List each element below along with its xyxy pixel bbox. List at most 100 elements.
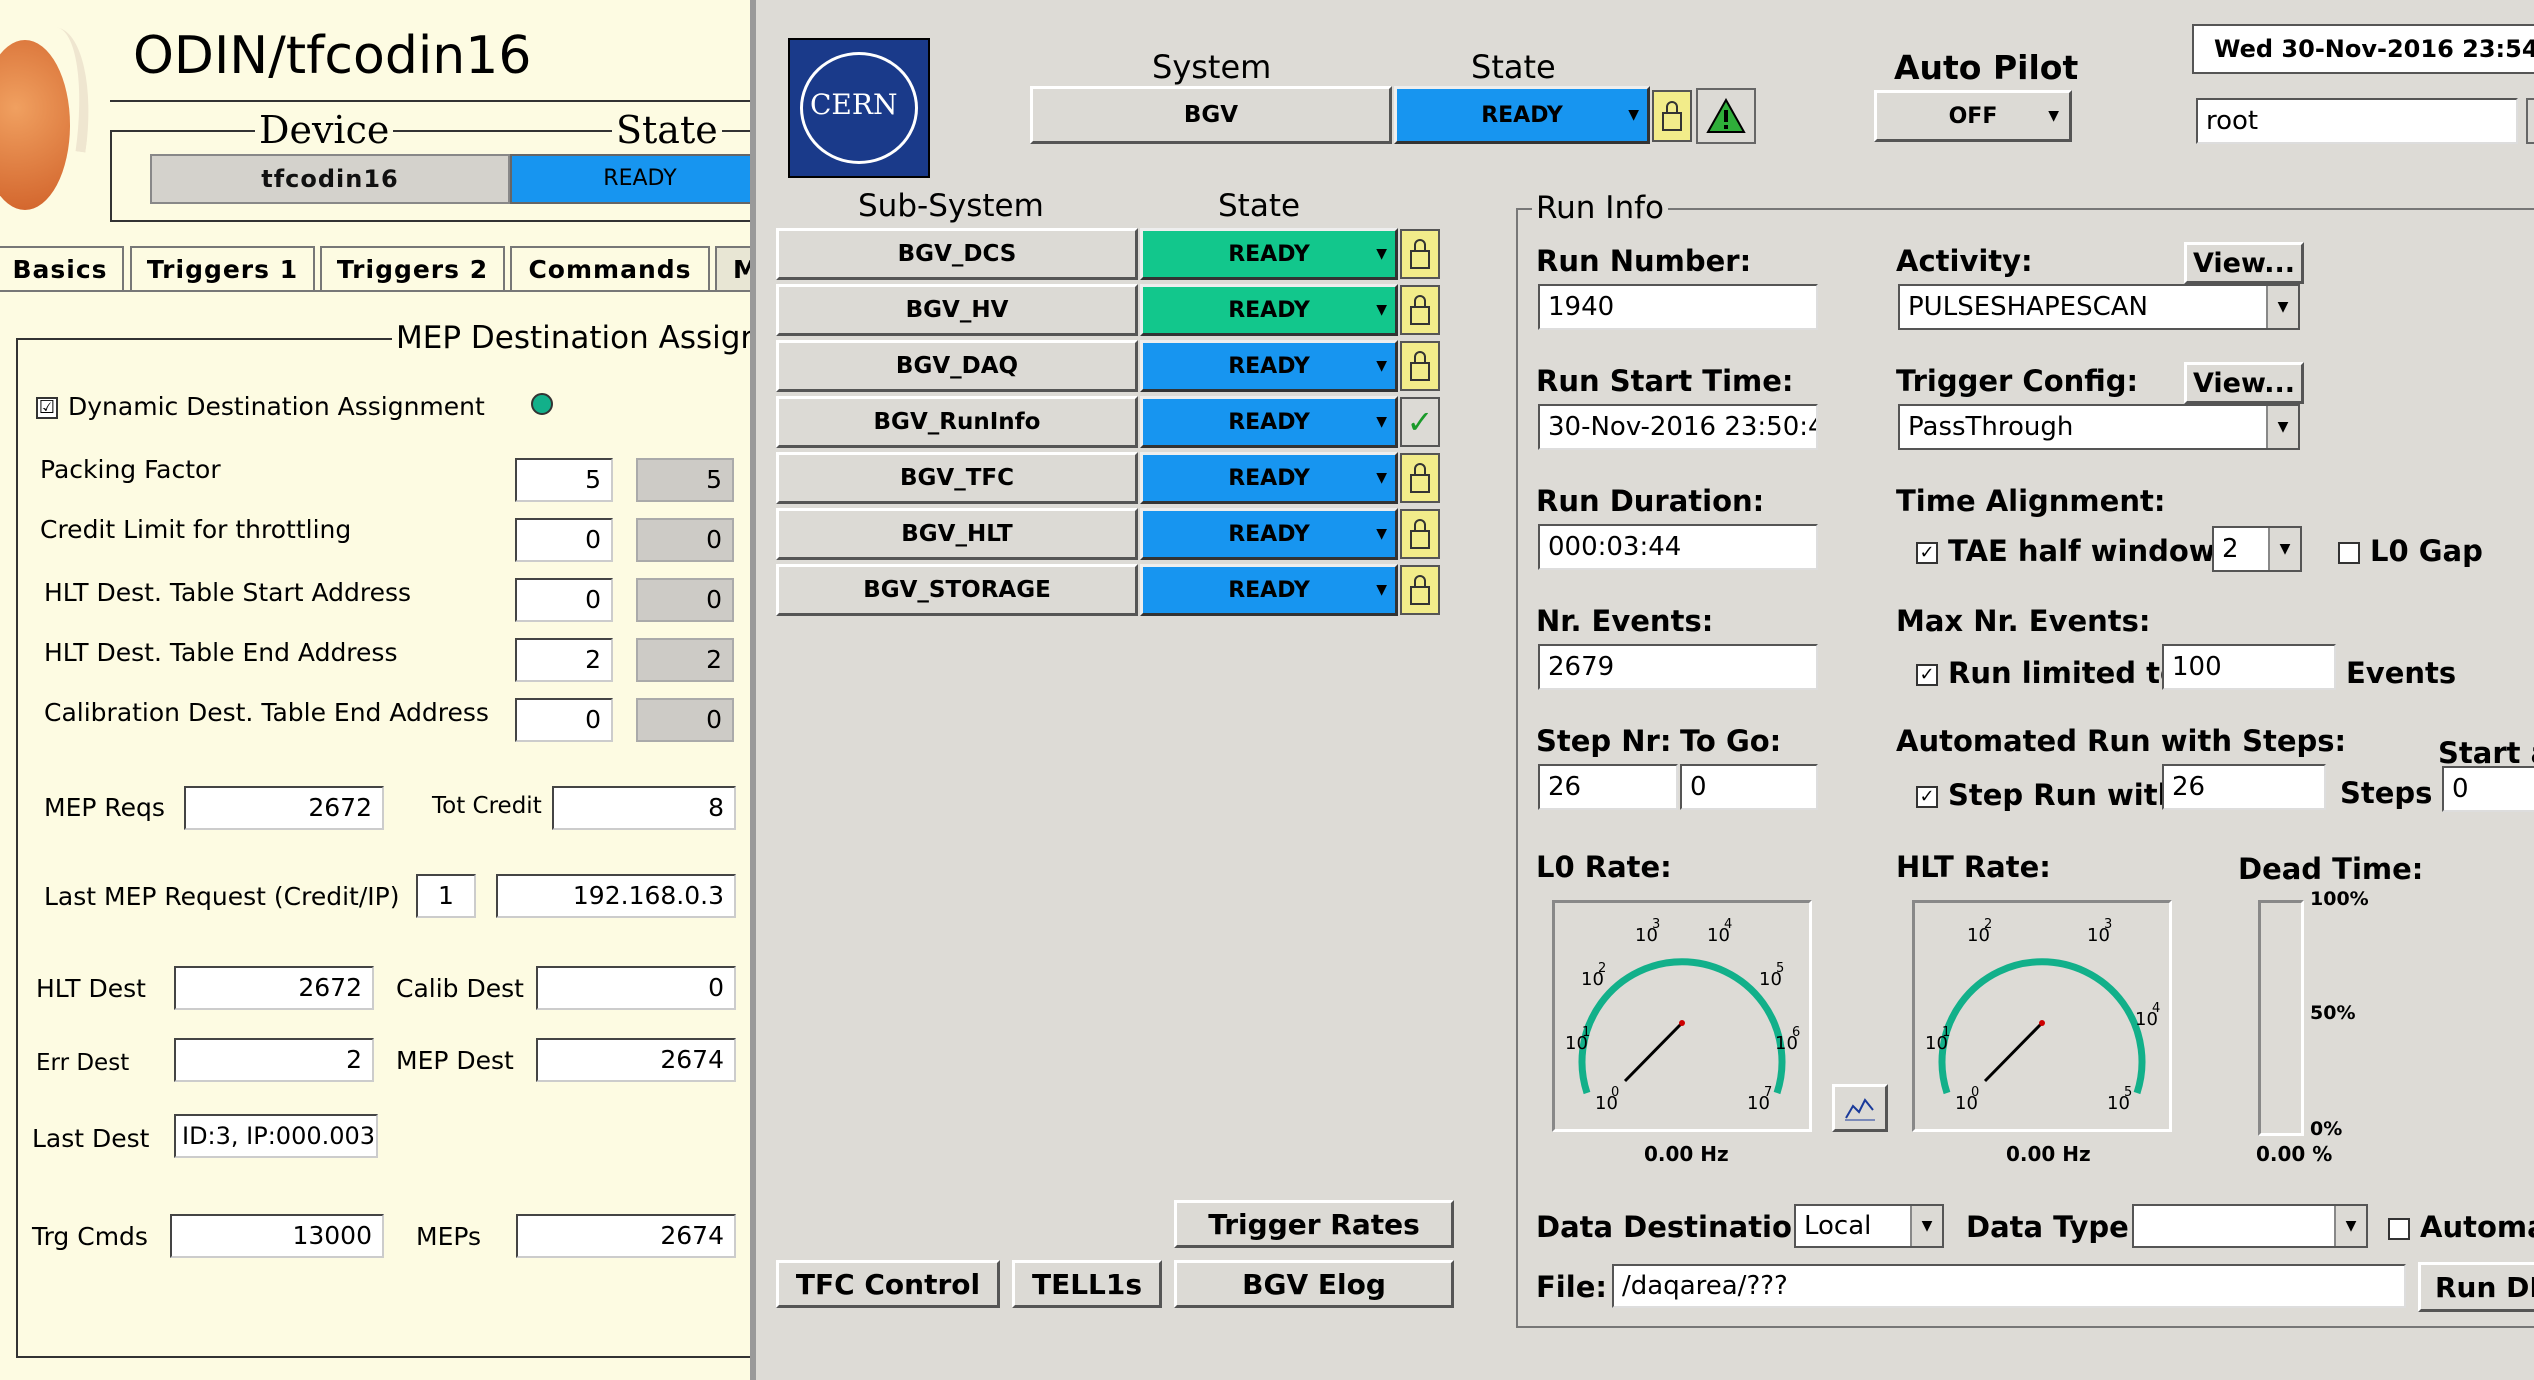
trigger-rates-button[interactable]: Trigger Rates	[1174, 1200, 1454, 1248]
device-state-field[interactable]: READY	[510, 154, 750, 204]
last-dest-value: ID:3, IP:000.003	[174, 1114, 378, 1158]
substate-header: State	[1218, 188, 1301, 224]
subsystem-name-bgv_runinfo[interactable]: BGV_RunInfo	[776, 396, 1138, 448]
tot-credit-label: Tot Credit	[432, 793, 542, 819]
tell1s-button[interactable]: TELL1s	[1012, 1260, 1162, 1308]
tab-triggers-1[interactable]: Triggers 1	[130, 246, 315, 290]
trigger-config-label: Trigger Config:	[1896, 364, 2139, 398]
trigger-config-select[interactable]: PassThrough ▼	[1898, 404, 2300, 450]
subsystem-state-bgv_daq[interactable]: READY ▼	[1140, 340, 1398, 392]
dead-time-value: 0.00 %	[2256, 1142, 2333, 1166]
cern-logo: CERN	[788, 38, 930, 178]
lock-icon[interactable]	[1400, 509, 1440, 559]
subsystem-name-bgv_hv[interactable]: BGV_HV	[776, 284, 1138, 336]
subsystem-name-bgv_daq[interactable]: BGV_DAQ	[776, 340, 1138, 392]
odin-title: ODIN/tfcodin16	[133, 26, 532, 86]
activity-select[interactable]: PULSESHAPESCAN ▼	[1898, 284, 2300, 330]
calib-end-input[interactable]: 0	[515, 698, 613, 742]
tab-commands[interactable]: Commands	[510, 246, 710, 290]
step-nr-label: Step Nr:	[1536, 724, 1672, 758]
meps-value: 2674	[516, 1214, 736, 1258]
data-dest-select[interactable]: Local ▼	[1794, 1204, 1944, 1248]
to-go-field: 0	[1680, 764, 1818, 810]
calib-dest-value: 0	[536, 966, 736, 1010]
dead-time-scale-100: 100%	[2310, 888, 2369, 910]
tab-basics[interactable]: Basics	[0, 246, 124, 290]
subsystem-state-bgv_storage[interactable]: READY ▼	[1140, 564, 1398, 616]
state-header: State	[612, 108, 722, 152]
activity-view-button[interactable]: View...	[2184, 242, 2304, 284]
lock-icon[interactable]	[1400, 341, 1440, 391]
dynamic-assignment-checkbox[interactable]: ☑ Dynamic Destination Assignment	[36, 392, 485, 421]
tfc-control-button[interactable]: TFC Control	[776, 1260, 1000, 1308]
run-limited-field[interactable]: 100	[2162, 644, 2336, 690]
lock-icon[interactable]	[1400, 565, 1440, 615]
hlt-start-input[interactable]: 0	[515, 578, 613, 622]
trg-cmds-label: Trg Cmds	[32, 1222, 148, 1251]
l0-rate-label: L0 Rate:	[1536, 850, 1672, 884]
credit-limit-input[interactable]: 0	[515, 518, 613, 562]
system-name-field[interactable]: BGV	[1030, 86, 1392, 144]
calib-dest-label: Calib Dest	[396, 974, 524, 1003]
nr-events-label: Nr. Events:	[1536, 604, 1714, 638]
gauge-tick-exponent: 3	[1652, 917, 1661, 932]
autopilot-select[interactable]: OFF ▼	[1874, 90, 2072, 142]
lock-icon[interactable]	[1400, 453, 1440, 503]
mep-dest-label: MEP Dest	[396, 1046, 514, 1075]
run-db-button[interactable]: Run DB	[2418, 1262, 2534, 1312]
lock-icon[interactable]	[1400, 229, 1440, 279]
subsystem-state-bgv_hv[interactable]: READY ▼	[1140, 284, 1398, 336]
subsystem-name-bgv_storage[interactable]: BGV_STORAGE	[776, 564, 1138, 616]
run-limited-checkbox[interactable]: ✓ Run limited to	[1916, 656, 2180, 690]
step-nr-field: 26	[1538, 764, 1678, 810]
system-lock-icon[interactable]	[1652, 90, 1692, 142]
automa-checkbox[interactable]: Automa	[2388, 1210, 2534, 1244]
gauge-tick-exponent: 7	[1764, 1085, 1773, 1100]
user-field[interactable]: root	[2196, 98, 2518, 144]
nr-events-field: 2679	[1538, 644, 1818, 690]
step-run-checkbox[interactable]: ✓ Step Run with	[1916, 778, 2178, 812]
hlt-end-input[interactable]: 2	[515, 638, 613, 682]
device-name-field[interactable]: tfcodin16	[150, 154, 510, 204]
warning-icon[interactable]	[1696, 88, 1756, 144]
subsystem-state-bgv_dcs[interactable]: READY ▼	[1140, 228, 1398, 280]
err-dest-value: 2	[174, 1038, 374, 1082]
subsystem-state-bgv_hlt[interactable]: READY ▼	[1140, 508, 1398, 560]
datetime-display: Wed 30-Nov-2016 23:54:2	[2192, 24, 2534, 74]
elog-button[interactable]: BGV Elog	[1174, 1260, 1454, 1308]
lock-icon[interactable]	[1400, 285, 1440, 335]
err-dest-label: Err Dest	[36, 1050, 130, 1076]
system-state-field[interactable]: READY ▼	[1394, 86, 1650, 144]
activity-label: Activity:	[1896, 244, 2033, 278]
tae-select[interactable]: 2 ▼	[2212, 526, 2302, 572]
subsystem-name-bgv_dcs[interactable]: BGV_DCS	[776, 228, 1138, 280]
subsystem-state-bgv_tfc[interactable]: READY ▼	[1140, 452, 1398, 504]
packing-factor-input[interactable]: 5	[515, 458, 613, 502]
trg-cmds-value: 13000	[170, 1214, 384, 1258]
trigger-config-view-button[interactable]: View...	[2184, 362, 2304, 404]
gauge-tick-exponent: 4	[1724, 917, 1733, 932]
tot-credit-value: 8	[552, 786, 736, 830]
user-button[interactable]	[2526, 98, 2534, 144]
subsystem-header: Sub-System	[858, 188, 1044, 224]
subsystem-name-bgv_tfc[interactable]: BGV_TFC	[776, 452, 1138, 504]
time-alignment-label: Time Alignment:	[1896, 484, 2166, 518]
step-run-field[interactable]: 26	[2162, 764, 2326, 810]
file-field[interactable]: /daqarea/???	[1612, 1264, 2406, 1308]
data-type-select[interactable]: ▼	[2132, 1204, 2368, 1248]
subsystem-state-bgv_runinfo[interactable]: READY ▼	[1140, 396, 1398, 448]
l0gap-checkbox[interactable]: L0 Gap	[2338, 534, 2483, 568]
tab-baseline	[0, 290, 750, 292]
start-a-field[interactable]: 0	[2442, 766, 2534, 812]
tae-checkbox[interactable]: ✓ TAE half window	[1916, 534, 2216, 568]
last-mep-label: Last MEP Request (Credit/IP)	[44, 882, 400, 911]
run-duration-label: Run Duration:	[1536, 484, 1765, 518]
tab-more[interactable]: M	[715, 246, 750, 290]
check-icon[interactable]: ✓	[1400, 397, 1440, 447]
gauge-tick-exponent: 0	[1971, 1085, 1980, 1100]
run-number-label: Run Number:	[1536, 244, 1752, 278]
trend-plot-icon[interactable]	[1832, 1084, 1888, 1132]
tab-triggers-2[interactable]: Triggers 2	[320, 246, 505, 290]
subsystem-name-bgv_hlt[interactable]: BGV_HLT	[776, 508, 1138, 560]
param-label: Credit Limit for throttling	[40, 515, 352, 544]
